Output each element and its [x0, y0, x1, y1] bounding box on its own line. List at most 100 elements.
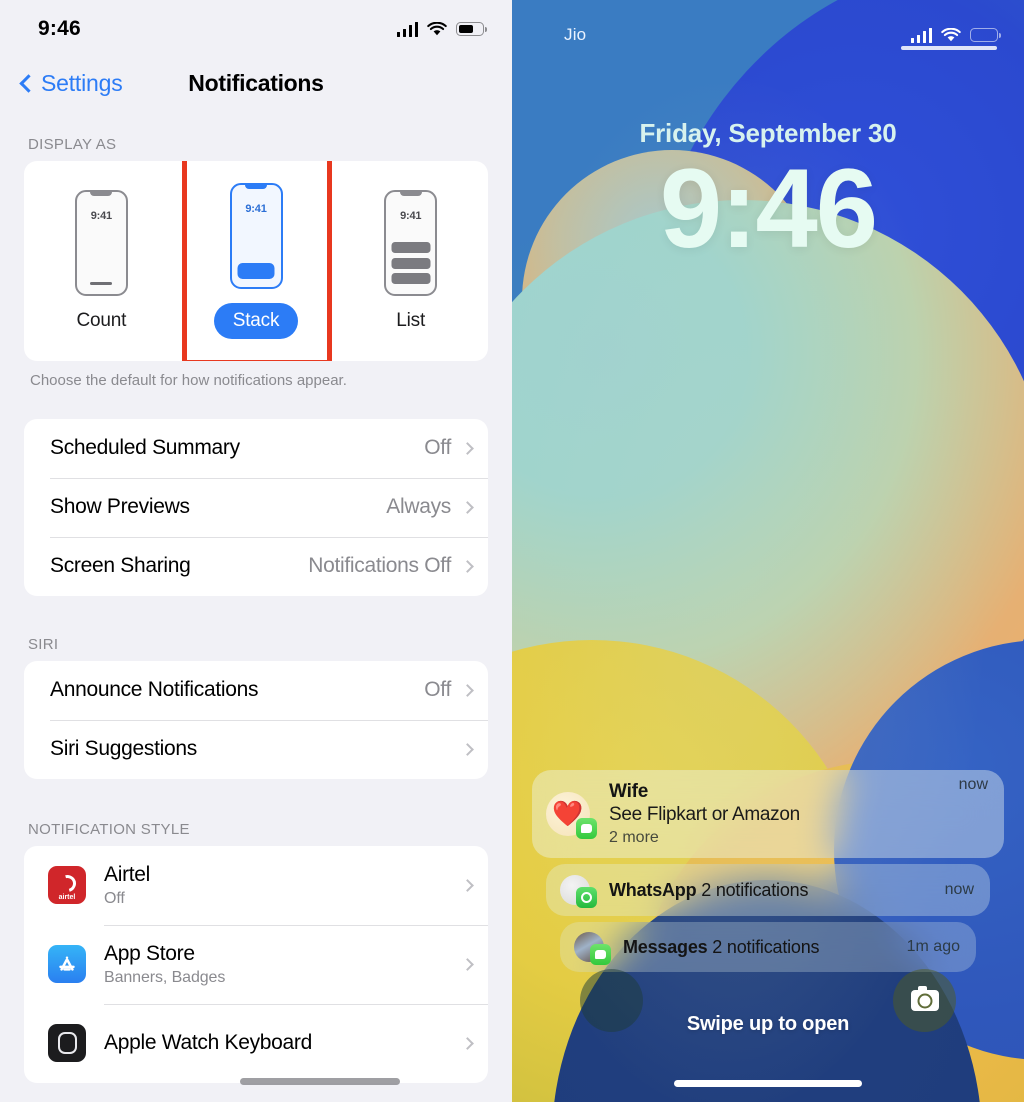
- display-option-list[interactable]: 9:41 List: [333, 161, 488, 361]
- siri-settings-card: Announce Notifications Off Siri Suggesti…: [24, 660, 488, 779]
- app-store-icon: [48, 945, 86, 983]
- app-subtitle: Off: [104, 889, 125, 907]
- status-icon-group: [396, 21, 487, 37]
- scroll-indicator[interactable]: [240, 1078, 400, 1085]
- app-row-app-store[interactable]: App Store Banners, Badges: [24, 924, 488, 1004]
- notch-shape: [90, 191, 113, 196]
- navigation-bar: Settings Notifications: [0, 52, 512, 114]
- airtel-app-icon: airtel: [48, 866, 86, 904]
- notification-timestamp: 1m ago: [906, 938, 960, 955]
- notification-app-name: Messages: [623, 936, 708, 957]
- carrier-label: Jio: [564, 25, 587, 44]
- battery-icon: [970, 28, 1001, 42]
- chevron-right-icon: [461, 1036, 474, 1050]
- display-option-label-stack: Stack: [213, 303, 299, 339]
- camera-icon: [910, 986, 939, 1011]
- notification-card-messages[interactable]: Messages 2 notifications 1m ago: [560, 922, 976, 972]
- siri-header: SIRI: [28, 635, 59, 653]
- chevron-right-icon: [461, 500, 474, 514]
- status-time: 9:46: [38, 17, 81, 40]
- display-option-label-list: List: [396, 310, 426, 331]
- row-value: Off: [424, 678, 451, 701]
- flashlight-icon: [606, 988, 618, 1014]
- row-value: Notifications Off: [308, 554, 451, 577]
- row-value: Always: [386, 495, 451, 518]
- notification-timestamp: now: [958, 776, 988, 793]
- notification-summary: 2 notifications: [701, 879, 809, 900]
- settings-pane: 9:46 Settings Notifications DISPLAY AS 9…: [0, 0, 512, 1102]
- lock-status-icon-group: [910, 27, 1001, 43]
- display-option-stack[interactable]: 9:41 Stack: [179, 161, 334, 361]
- phone-preview-time: 9:41: [400, 210, 422, 222]
- notification-stack: ❤️ Wife See Flipkart or Amazon 2 more no…: [512, 770, 1024, 972]
- chevron-right-icon: [461, 559, 474, 573]
- notification-card-wife[interactable]: ❤️ Wife See Flipkart or Amazon 2 more no…: [532, 770, 1004, 858]
- row-title: Screen Sharing: [50, 554, 191, 577]
- notification-more-count: 2 more: [609, 829, 659, 846]
- app-row-apple-watch-keyboard[interactable]: Apple Watch Keyboard: [24, 1003, 488, 1083]
- avatar: [560, 875, 597, 908]
- notification-body: WhatsApp 2 notifications: [590, 880, 935, 901]
- chevron-right-icon: [461, 742, 474, 756]
- row-title: Show Previews: [50, 495, 190, 518]
- settings-status-bar: 9:46: [0, 0, 512, 52]
- notification-card-whatsapp[interactable]: WhatsApp 2 notifications now: [546, 864, 990, 916]
- volume-indicator: [901, 46, 997, 50]
- display-as-footer: Choose the default for how notifications…: [30, 372, 347, 389]
- display-option-label-count: Count: [76, 310, 127, 331]
- avatar: [574, 932, 611, 965]
- row-value: Off: [424, 436, 451, 459]
- notification-body: Wife See Flipkart or Amazon 2 more: [590, 781, 949, 847]
- row-title: Announce Notifications: [50, 678, 259, 701]
- general-settings-card: Scheduled Summary Off Show Previews Alwa…: [24, 418, 488, 596]
- row-show-previews[interactable]: Show Previews Always: [24, 477, 488, 537]
- row-screen-sharing[interactable]: Screen Sharing Notifications Off: [24, 536, 488, 596]
- row-scheduled-summary[interactable]: Scheduled Summary Off: [24, 419, 488, 478]
- display-as-card: 9:41 Count 9:41 Stack 9:41 List: [24, 161, 488, 361]
- avatar: ❤️: [546, 792, 597, 839]
- notification-body: Messages 2 notifications: [604, 937, 897, 958]
- chevron-right-icon: [461, 683, 474, 697]
- back-button[interactable]: Settings: [18, 70, 123, 97]
- row-title: Siri Suggestions: [50, 737, 197, 760]
- messages-badge-icon: [576, 818, 597, 839]
- notification-style-card: airtel Airtel Off App Store Banners, Bad…: [24, 845, 488, 1083]
- chevron-left-icon: [19, 73, 38, 93]
- display-option-count[interactable]: 9:41 Count: [24, 161, 179, 361]
- whatsapp-badge-icon: [576, 887, 597, 908]
- messages-badge-icon: [590, 944, 611, 965]
- apple-watch-icon: [48, 1024, 86, 1062]
- app-name: App Store: [104, 941, 195, 965]
- stack-bar-shape: [237, 263, 275, 279]
- phone-preview-time: 9:41: [245, 203, 267, 215]
- notification-timestamp: now: [944, 881, 974, 898]
- phone-preview-count: 9:41: [74, 190, 128, 296]
- list-rows-shape: [391, 242, 431, 284]
- notification-message: See Flipkart or Amazon: [609, 804, 800, 825]
- notification-style-header: NOTIFICATION STYLE: [28, 820, 190, 838]
- lock-clock: 9:46: [659, 146, 878, 271]
- screenshot-root: 9:46 Settings Notifications DISPLAY AS 9…: [0, 0, 1024, 1102]
- phone-preview-stack: 9:41: [229, 183, 283, 289]
- app-row-airtel[interactable]: airtel Airtel Off: [24, 846, 488, 925]
- chevron-right-icon: [461, 878, 474, 892]
- app-subtitle: Banners, Badges: [104, 968, 226, 986]
- cellular-signal-icon: [396, 21, 418, 37]
- back-button-label: Settings: [41, 69, 123, 96]
- swipe-up-hint: Swipe up to open: [686, 1013, 850, 1035]
- lock-screen-pane: Jio Friday, September 30 9:46 ❤️ Wife Se…: [512, 0, 1024, 1102]
- notch-shape: [399, 191, 422, 196]
- wifi-icon: [427, 21, 447, 35]
- cellular-signal-icon: [910, 27, 932, 43]
- chevron-right-icon: [461, 957, 474, 971]
- home-indicator[interactable]: [674, 1080, 862, 1087]
- row-siri-suggestions[interactable]: Siri Suggestions: [24, 719, 488, 779]
- notification-title: Wife: [609, 781, 649, 802]
- row-announce-notifications[interactable]: Announce Notifications Off: [24, 661, 488, 720]
- lock-date: Friday, September 30: [639, 118, 897, 148]
- chevron-right-icon: [461, 441, 474, 455]
- wifi-icon: [941, 27, 961, 41]
- display-as-header: DISPLAY AS: [28, 136, 117, 153]
- app-name: Apple Watch Keyboard: [104, 1031, 313, 1054]
- phone-preview-time: 9:41: [90, 210, 112, 222]
